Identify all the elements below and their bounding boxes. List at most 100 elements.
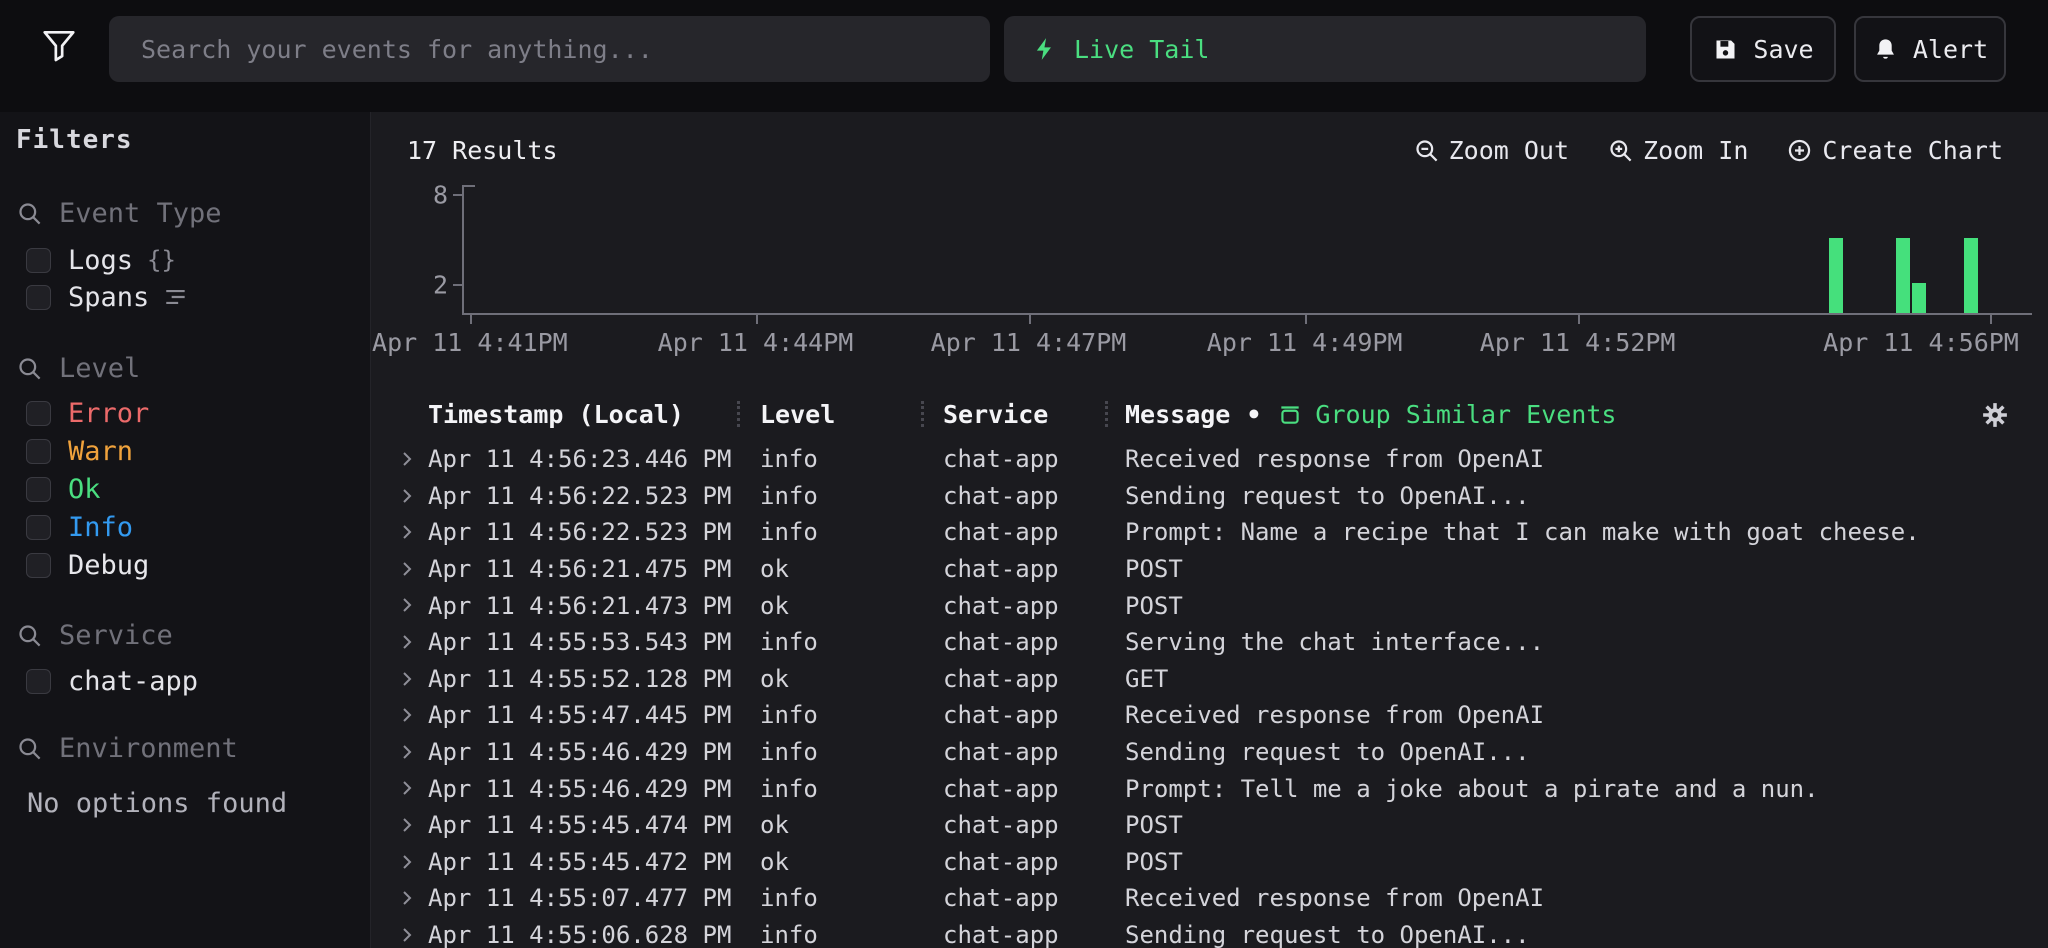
environment-label: Environment [59,733,238,764]
log-row[interactable]: Apr 11 4:55:07.477 PMinfochat-appReceive… [371,880,2048,917]
zoom-in-button[interactable]: Zoom In [1607,136,1748,165]
log-row[interactable]: Apr 11 4:55:47.445 PMinfochat-appReceive… [371,697,2048,734]
filters-title: Filters [16,122,362,158]
row-message: Prompt: Name a recipe that I can make wi… [1125,514,1920,551]
bell-icon [1872,36,1899,63]
create-chart-button[interactable]: Create Chart [1786,136,2003,165]
row-message: POST [1125,844,1183,881]
row-service: chat-app [943,624,1059,661]
table-header: Timestamp (Local) Level Service Message … [371,395,2048,433]
chat-app-checkbox[interactable] [26,669,51,694]
search-icon [16,622,43,649]
row-expand-chevron-icon[interactable] [395,703,419,727]
log-row[interactable]: Apr 11 4:56:22.523 PMinfochat-appSending… [371,478,2048,515]
zoom-in-icon [1607,137,1634,164]
log-row[interactable]: Apr 11 4:56:21.473 PMokchat-appPOST [371,587,2048,624]
row-expand-chevron-icon[interactable] [395,593,419,617]
row-expand-chevron-icon[interactable] [395,667,419,691]
col-level[interactable]: Level [760,395,835,433]
log-row[interactable]: Apr 11 4:56:22.523 PMinfochat-appPrompt:… [371,514,2048,551]
chart-bar[interactable] [1964,238,1978,313]
row-expand-chevron-icon[interactable] [395,630,419,654]
search-input[interactable]: Search your events for anything... [109,16,990,82]
row-expand-chevron-icon[interactable] [395,520,419,544]
group-box-icon [1277,401,1303,427]
filter-option-ok[interactable]: Ok [16,471,362,507]
row-expand-chevron-icon[interactable] [395,557,419,581]
row-timestamp: Apr 11 4:56:21.473 PM [428,587,731,624]
filter-option-logs[interactable]: Logs {} [16,242,362,278]
col-timestamp[interactable]: Timestamp (Local) [428,395,684,433]
row-expand-chevron-icon[interactable] [395,484,419,508]
chart-toolbar: Zoom Out Zoom In Create Chart [1413,132,2003,168]
row-expand-chevron-icon[interactable] [395,447,419,471]
filter-option-info[interactable]: Info [16,509,362,545]
filter-option-debug[interactable]: Debug [16,547,362,583]
column-separator[interactable] [1105,401,1108,427]
live-tail-button[interactable]: Live Tail [1004,16,1646,82]
x-axis-tick [1990,315,1992,324]
service-search[interactable]: Service [16,617,362,653]
log-row[interactable]: Apr 11 4:56:21.475 PMokchat-appPOST [371,551,2048,588]
alert-button[interactable]: Alert [1854,16,2006,82]
row-message: POST [1125,587,1183,624]
row-level: info [760,917,818,948]
debug-checkbox[interactable] [26,553,51,578]
row-message: Sending request to OpenAI... [1125,917,1530,948]
row-service: chat-app [943,514,1059,551]
log-row[interactable]: Apr 11 4:55:46.429 PMinfochat-appPrompt:… [371,770,2048,807]
row-expand-chevron-icon[interactable] [395,850,419,874]
y-axis-tick-label: 8 [406,181,448,210]
log-row[interactable]: Apr 11 4:55:53.543 PMinfochat-appServing… [371,624,2048,661]
chart-bar[interactable] [1912,283,1926,313]
column-separator[interactable] [921,401,924,427]
filter-funnel-icon[interactable] [40,26,78,64]
row-expand-chevron-icon[interactable] [395,923,419,947]
row-message: POST [1125,807,1183,844]
col-service[interactable]: Service [943,395,1048,433]
row-expand-chevron-icon[interactable] [395,886,419,910]
chart-bar[interactable] [1896,238,1910,313]
service-label: Service [59,620,173,651]
level-search[interactable]: Level [16,350,362,386]
chart-bar[interactable] [1829,238,1843,313]
row-timestamp: Apr 11 4:55:45.474 PM [428,807,731,844]
row-level: ok [760,844,789,881]
group-similar-events-button[interactable]: Group Similar Events [1277,400,1616,429]
ok-checkbox[interactable] [26,477,51,502]
log-row[interactable]: Apr 11 4:55:46.429 PMinfochat-appSending… [371,734,2048,771]
row-expand-chevron-icon[interactable] [395,740,419,764]
row-expand-chevron-icon[interactable] [395,776,419,800]
zoom-out-button[interactable]: Zoom Out [1413,136,1569,165]
x-axis-tick [1305,315,1307,324]
row-timestamp: Apr 11 4:55:46.429 PM [428,734,731,771]
filter-option-chat-app[interactable]: chat-app [16,663,362,699]
log-row[interactable]: Apr 11 4:55:45.472 PMokchat-appPOST [371,844,2048,881]
row-service: chat-app [943,551,1059,588]
x-axis-tick-label: Apr 11 4:47PM [931,328,1127,357]
filter-option-error[interactable]: Error [16,395,362,431]
events-histogram[interactable]: 82Apr 11 4:41PMApr 11 4:44PMApr 11 4:47P… [462,185,2040,315]
filter-option-spans[interactable]: Spans [16,279,362,315]
log-row[interactable]: Apr 11 4:55:52.128 PMokchat-appGET [371,661,2048,698]
environment-search[interactable]: Environment [16,730,362,766]
log-row[interactable]: Apr 11 4:55:45.474 PMokchat-appPOST [371,807,2048,844]
table-settings-gear-icon[interactable] [1980,400,2010,430]
row-expand-chevron-icon[interactable] [395,813,419,837]
log-row[interactable]: Apr 11 4:56:23.446 PMinfochat-appReceive… [371,441,2048,478]
row-timestamp: Apr 11 4:55:07.477 PM [428,880,731,917]
logs-checkbox[interactable] [26,248,51,273]
save-button[interactable]: Save [1690,16,1836,82]
info-checkbox[interactable] [26,515,51,540]
error-checkbox[interactable] [26,401,51,426]
column-separator[interactable] [737,401,740,427]
event-type-search[interactable]: Event Type [16,195,362,231]
log-row[interactable]: Apr 11 4:55:06.628 PMinfochat-appSending… [371,917,2048,948]
row-service: chat-app [943,661,1059,698]
warn-checkbox[interactable] [26,439,51,464]
row-timestamp: Apr 11 4:56:22.523 PM [428,514,731,551]
filter-option-warn[interactable]: Warn [16,433,362,469]
row-level: info [760,624,818,661]
spans-checkbox[interactable] [26,285,51,310]
row-service: chat-app [943,587,1059,624]
